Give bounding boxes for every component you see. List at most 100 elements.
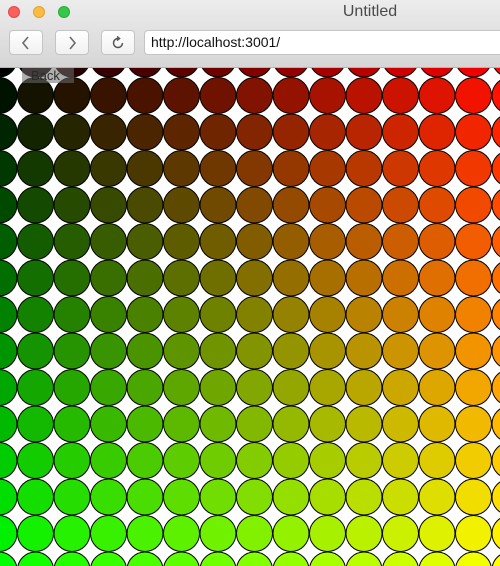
color-circle: [309, 405, 346, 443]
color-circle: [382, 369, 419, 406]
color-circle: [17, 442, 54, 479]
color-circle: [17, 515, 54, 552]
color-circle: [236, 113, 273, 151]
color-circle: [345, 186, 383, 224]
color-circle: [491, 262, 500, 294]
color-circle: [491, 225, 500, 258]
color-circle: [90, 150, 127, 187]
color-circle: [418, 478, 456, 516]
color-circle: [309, 515, 346, 552]
color-circle: [126, 77, 164, 114]
color-circle: [165, 68, 198, 78]
color-circle: [455, 369, 492, 406]
page-content: Back: [0, 68, 500, 566]
color-circle: [163, 369, 200, 406]
color-circle: [491, 481, 500, 513]
color-circle: [53, 150, 91, 187]
color-circle: [17, 259, 54, 297]
color-circle: [309, 186, 346, 224]
color-circle: [272, 223, 310, 260]
color-circle: [126, 405, 164, 443]
color-circle: [382, 332, 419, 370]
color-circle: [163, 332, 200, 370]
color-circle: [493, 68, 500, 75]
color-circle: [236, 186, 273, 224]
color-circle: [163, 259, 200, 297]
color-circle: [199, 186, 237, 224]
color-circle: [90, 442, 127, 479]
minimize-window-button[interactable]: [33, 6, 45, 18]
address-bar[interactable]: http://localhost:3001/: [144, 30, 500, 55]
color-circle: [236, 77, 273, 114]
color-circle: [0, 551, 18, 566]
back-link[interactable]: Back: [22, 68, 74, 83]
color-circle: [418, 296, 456, 333]
color-circle: [236, 478, 273, 516]
color-circle: [455, 186, 492, 224]
color-circle: [309, 551, 346, 566]
color-circle: [17, 113, 54, 151]
color-circle: [345, 113, 383, 151]
color-circle: [0, 77, 18, 114]
color-circle: [382, 405, 419, 443]
chevron-right-icon: [69, 35, 77, 50]
color-circle: [382, 551, 419, 566]
color-circle: [0, 515, 18, 552]
back-button[interactable]: [9, 30, 43, 55]
color-circle: [418, 515, 456, 552]
reload-button[interactable]: [101, 30, 135, 55]
color-circle: [0, 332, 18, 370]
color-circle: [90, 369, 127, 406]
color-circle: [418, 442, 456, 479]
color-circle: [199, 478, 237, 516]
color-circle: [53, 296, 91, 333]
color-circle: [53, 186, 91, 224]
color-circle: [17, 223, 54, 260]
color-circle: [382, 478, 419, 516]
maximize-window-button[interactable]: [58, 6, 70, 18]
color-circle: [90, 515, 127, 552]
forward-button[interactable]: [55, 30, 89, 55]
color-circle: [345, 150, 383, 187]
color-circle: [199, 515, 237, 552]
color-circle: [491, 517, 500, 550]
color-circle: [236, 442, 273, 479]
color-circle: [199, 405, 237, 443]
color-circle: [53, 332, 91, 370]
color-circle: [418, 113, 456, 151]
color-circle: [491, 554, 500, 566]
color-circle: [236, 332, 273, 370]
color-circle: [163, 113, 200, 151]
color-circle: [345, 478, 383, 516]
reload-icon: [112, 35, 124, 48]
color-circle: [17, 186, 54, 224]
color-circle: [17, 369, 54, 406]
color-circle: [0, 223, 18, 260]
color-circle: [345, 296, 383, 333]
color-circle: [418, 332, 456, 370]
color-circle: [309, 223, 346, 260]
color-circle: [0, 259, 18, 297]
color-circle: [309, 113, 346, 151]
color-circle: [345, 77, 383, 114]
color-circle: [90, 405, 127, 443]
color-circle: [420, 68, 454, 78]
color-circle: [90, 186, 127, 224]
color-circle: [92, 68, 125, 78]
window-title: Untitled: [342, 3, 398, 20]
color-circle: [418, 77, 456, 114]
color-circle: [345, 369, 383, 406]
color-circle: [90, 478, 127, 516]
close-window-button[interactable]: [8, 6, 20, 18]
color-circle: [199, 259, 237, 297]
color-circle: [163, 551, 200, 566]
color-circle: [199, 223, 237, 260]
title-bar: Untitled http://localhost:3001/: [0, 0, 500, 68]
color-circle: [126, 113, 164, 151]
color-circle: [126, 369, 164, 406]
color-circle: [199, 551, 237, 566]
color-circle: [345, 442, 383, 479]
color-circle: [272, 77, 310, 114]
color-circle: [382, 442, 419, 479]
color-circle: [455, 515, 492, 552]
